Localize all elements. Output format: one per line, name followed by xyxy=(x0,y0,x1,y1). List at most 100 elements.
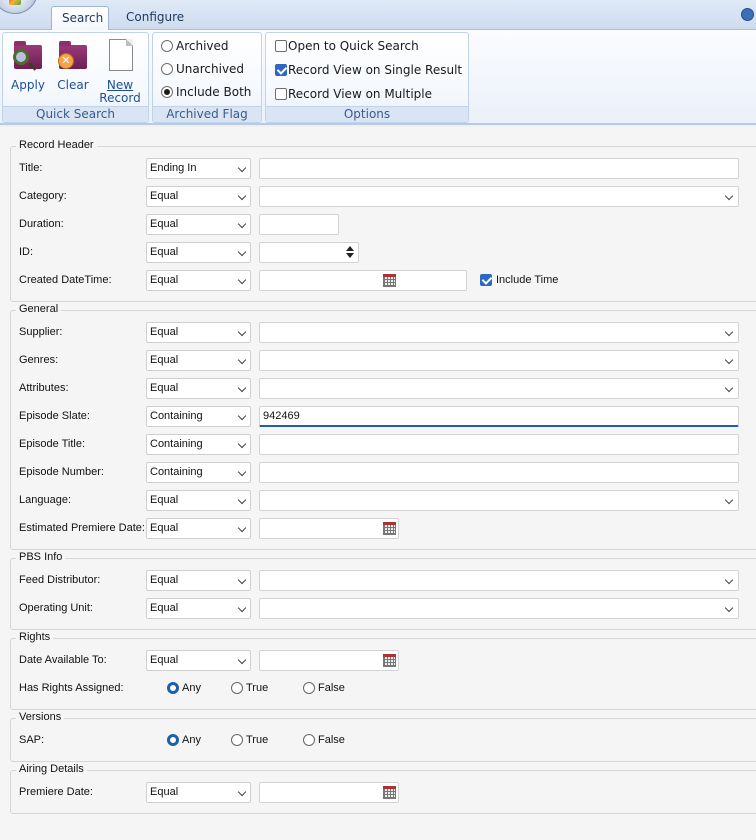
calendar-icon[interactable] xyxy=(383,654,396,667)
unarchived-radio[interactable]: Unarchived xyxy=(159,60,244,78)
duration-input[interactable] xyxy=(259,214,339,235)
checkbox-icon xyxy=(275,88,287,100)
operating-unit-dropdown[interactable] xyxy=(259,598,739,619)
archived-radio[interactable]: Archived xyxy=(159,37,229,55)
episode-slate-operator-select[interactable]: Containing xyxy=(146,406,251,427)
premiere-date-operator-select[interactable]: Equal xyxy=(146,782,251,803)
apply-label: Apply xyxy=(11,78,45,92)
include-time-checkbox[interactable]: Include Time xyxy=(480,273,558,287)
clear-button[interactable]: ✕ Clear xyxy=(50,37,96,109)
title-input[interactable] xyxy=(259,158,739,179)
genres-dropdown[interactable] xyxy=(259,350,739,371)
category-operator-select[interactable]: Equal xyxy=(146,186,251,207)
tab-configure[interactable]: Configure xyxy=(116,6,188,30)
new-record-label-2: Record xyxy=(99,91,141,105)
section-title: Record Header xyxy=(16,139,97,151)
chevron-down-icon xyxy=(237,787,247,797)
date-available-row: Date Available To: Equal xyxy=(19,650,756,672)
record-view-single-checkbox[interactable]: Record View on Single Result xyxy=(266,61,462,79)
rights-any-radio[interactable]: Any xyxy=(167,681,201,695)
language-operator-select[interactable]: Equal xyxy=(146,490,251,511)
airing-details-section: Airing Details Premiere Date: Equal xyxy=(10,763,756,814)
calendar-icon[interactable] xyxy=(383,786,396,799)
created-operator-select[interactable]: Equal xyxy=(146,270,251,291)
calendar-icon[interactable] xyxy=(383,274,396,287)
chevron-down-icon xyxy=(237,411,247,421)
operator-value: Equal xyxy=(150,246,179,258)
field-label: Has Rights Assigned: xyxy=(19,682,124,694)
calendar-icon[interactable] xyxy=(383,522,396,535)
episode-slate-input[interactable]: 942469 xyxy=(259,406,739,427)
premiere-date-picker[interactable] xyxy=(259,782,399,803)
help-icon[interactable] xyxy=(741,8,754,21)
title-operator-select[interactable]: Ending In xyxy=(146,158,251,179)
field-label: Estimated Premiere Date: xyxy=(19,522,145,534)
clear-label: Clear xyxy=(57,78,89,92)
created-date-picker[interactable] xyxy=(259,270,467,291)
quick-search-group: Apply ✕ Clear New Record Quick Search xyxy=(2,32,149,123)
new-page-icon xyxy=(103,39,137,75)
date-available-date-picker[interactable] xyxy=(259,650,399,671)
attributes-dropdown[interactable] xyxy=(259,378,739,399)
chevron-down-icon xyxy=(237,467,247,477)
chevron-down-icon xyxy=(724,383,734,393)
episode-number-input[interactable] xyxy=(259,462,739,483)
radio-icon xyxy=(231,682,243,694)
apply-button[interactable]: Apply xyxy=(5,37,51,109)
operating-unit-operator-select[interactable]: Equal xyxy=(146,598,251,619)
record-view-multiple-checkbox[interactable]: Record View on Multiple xyxy=(266,85,432,103)
rights-true-radio[interactable]: True xyxy=(231,681,268,695)
sap-any-radio[interactable]: Any xyxy=(167,733,201,747)
general-section: General Supplier: Equal Genres: Equal At… xyxy=(10,303,756,550)
tab-search[interactable]: Search xyxy=(51,6,109,31)
field-label: Category: xyxy=(19,190,67,202)
operator-value: Equal xyxy=(150,274,179,286)
checkbox-checked-icon xyxy=(275,64,287,76)
field-label: Episode Title: xyxy=(19,438,86,450)
language-row: Language: Equal xyxy=(19,490,756,512)
date-available-operator-select[interactable]: Equal xyxy=(146,650,251,671)
section-title: Rights xyxy=(16,631,54,643)
language-dropdown[interactable] xyxy=(259,490,739,511)
episode-number-row: Episode Number: Containing xyxy=(19,462,756,484)
category-dropdown[interactable] xyxy=(259,186,739,207)
attributes-operator-select[interactable]: Equal xyxy=(146,378,251,399)
episode-title-row: Episode Title: Containing xyxy=(19,434,756,456)
genres-operator-select[interactable]: Equal xyxy=(146,350,251,371)
new-record-button[interactable]: New Record xyxy=(97,37,143,109)
feed-distributor-dropdown[interactable] xyxy=(259,570,739,591)
feed-distributor-operator-select[interactable]: Equal xyxy=(146,570,251,591)
operator-value: Equal xyxy=(150,218,179,230)
chevron-down-icon xyxy=(237,327,247,337)
attributes-row: Attributes: Equal xyxy=(19,378,756,400)
premiere-date-row: Premiere Date: Equal xyxy=(19,782,756,804)
app-menu-button[interactable] xyxy=(0,0,38,14)
estimated-premiere-date-picker[interactable] xyxy=(259,518,399,539)
radio-label: Any xyxy=(182,682,201,694)
spinner-arrows-icon[interactable] xyxy=(344,245,356,260)
open-quick-search-checkbox[interactable]: Open to Quick Search xyxy=(266,37,419,55)
estimated-premiere-row: Estimated Premiere Date: Equal xyxy=(19,518,756,540)
episode-title-input[interactable] xyxy=(259,434,739,455)
checkbox-checked-icon xyxy=(480,274,492,286)
supplier-dropdown[interactable] xyxy=(259,322,739,343)
id-operator-select[interactable]: Equal xyxy=(146,242,251,263)
field-label: SAP: xyxy=(19,734,45,746)
supplier-operator-select[interactable]: Equal xyxy=(146,322,251,343)
id-stepper[interactable] xyxy=(259,242,359,263)
duration-operator-select[interactable]: Equal xyxy=(146,214,251,235)
estimated-premiere-operator-select[interactable]: Equal xyxy=(146,518,251,539)
archived-flag-group-label: Archived Flag xyxy=(153,106,261,122)
episode-number-operator-select[interactable]: Containing xyxy=(146,462,251,483)
field-label: Genres: xyxy=(19,354,59,366)
open-quick-search-label: Open to Quick Search xyxy=(288,39,419,53)
rights-false-radio[interactable]: False xyxy=(303,681,345,695)
supplier-row: Supplier: Equal xyxy=(19,322,756,344)
sap-false-radio[interactable]: False xyxy=(303,733,345,747)
chevron-down-icon xyxy=(724,495,734,505)
episode-title-operator-select[interactable]: Containing xyxy=(146,434,251,455)
sap-true-radio[interactable]: True xyxy=(231,733,268,747)
chevron-down-icon xyxy=(237,247,247,257)
field-label: Episode Slate: xyxy=(19,410,90,422)
include-both-radio[interactable]: Include Both xyxy=(159,83,251,101)
